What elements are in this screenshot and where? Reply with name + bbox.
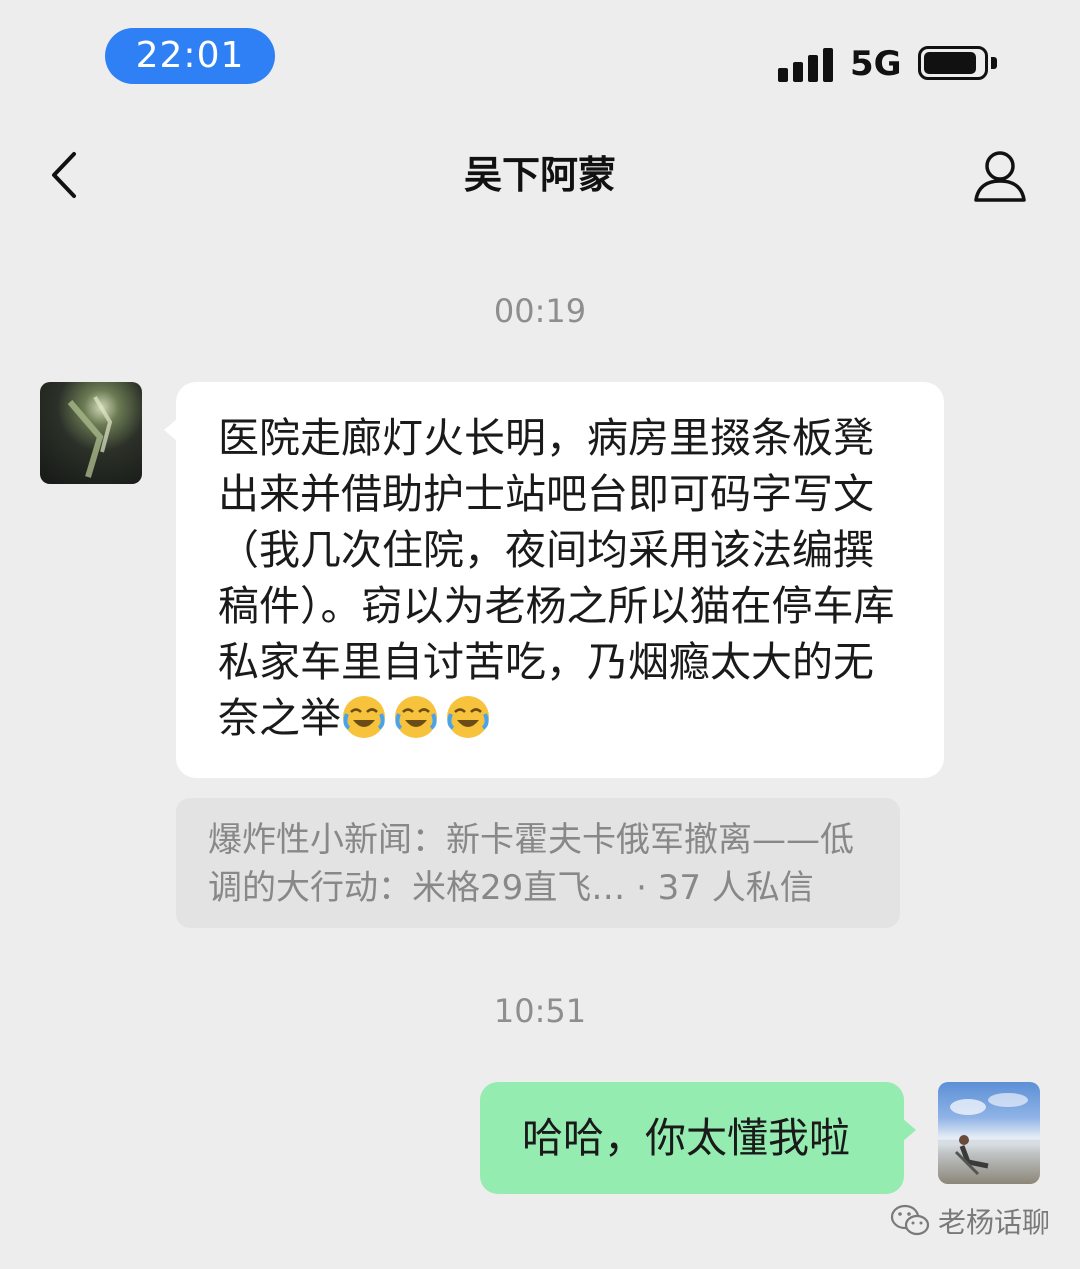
outgoing-message-bubble[interactable]: 哈哈，你太懂我啦 — [480, 1082, 916, 1194]
timestamp: 00:19 — [493, 292, 587, 330]
watermark-text: 老杨话聊 — [938, 1206, 1051, 1239]
contact-avatar[interactable] — [40, 382, 142, 484]
status-time: 22:01 — [105, 28, 275, 84]
timestamp: 10:51 — [493, 992, 587, 1030]
laugh-cry-emoji — [341, 694, 387, 740]
watermark: 老杨话聊 — [890, 1198, 1050, 1244]
chat-header: 吴下阿蒙 — [0, 130, 1080, 220]
my-avatar[interactable] — [938, 1082, 1040, 1184]
laugh-cry-emoji — [445, 694, 491, 740]
wechat-icon — [890, 1203, 930, 1239]
message-text: 哈哈，你太懂我啦 — [522, 1114, 850, 1162]
profile-icon[interactable] — [970, 148, 1030, 204]
chat-title: 吴下阿蒙 — [463, 153, 616, 197]
back-icon[interactable] — [44, 148, 94, 202]
message-text: 医院走廊灯火长明，病房里掇条板凳出来并借助护士站吧台即可码字写文（我几次住院，夜… — [218, 414, 895, 742]
incoming-message-bubble[interactable]: 医院走廊灯火长明，病房里掇条板凳出来并借助护士站吧台即可码字写文（我几次住院，夜… — [164, 382, 944, 778]
quoted-article[interactable]: 爆炸性小新闻：新卡霍夫卡俄军撤离——低调的大行动：米格29直飞… · 37 人私… — [176, 798, 900, 928]
status-bar: 22:01 5G — [0, 0, 1080, 110]
signal-icon — [778, 46, 834, 82]
network-label: 5G — [850, 44, 902, 84]
battery-icon — [918, 46, 998, 82]
laugh-cry-emoji — [393, 694, 439, 740]
